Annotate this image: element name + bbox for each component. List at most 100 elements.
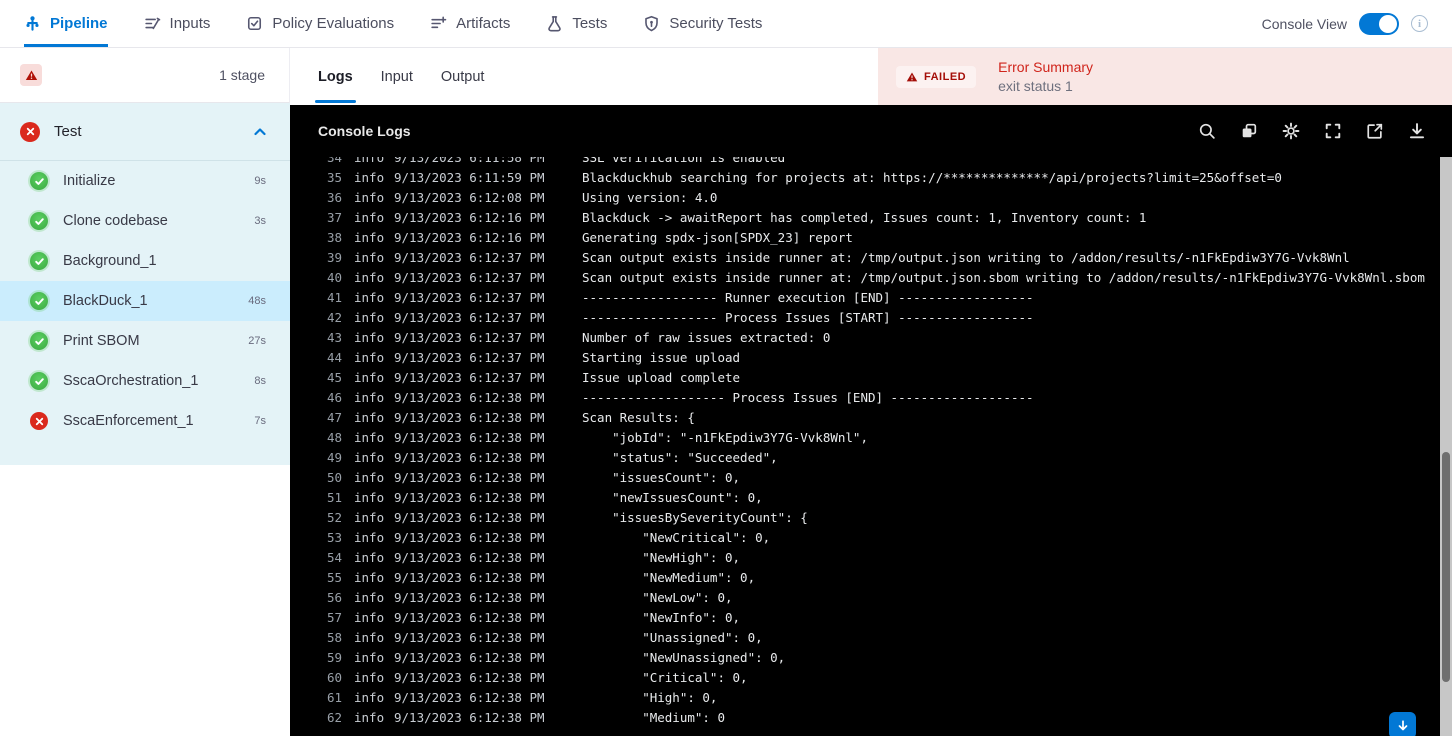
stage-name: Test <box>54 123 82 140</box>
log-level: info <box>354 190 385 205</box>
log-line-number[interactable]: 50 <box>290 468 342 488</box>
stage-count: 1 stage <box>219 67 265 83</box>
log-message: "Unassigned": 0, <box>582 630 763 645</box>
console-scrollbar[interactable] <box>1440 157 1452 736</box>
tab-tests[interactable]: Tests <box>546 0 607 47</box>
log-line-number[interactable]: 39 <box>290 248 342 268</box>
settings-icon[interactable] <box>1282 122 1300 140</box>
step-clone-codebase[interactable]: Clone codebase 3s <box>0 201 290 241</box>
scroll-to-bottom-button[interactable] <box>1389 712 1416 736</box>
tab-label: Output <box>440 68 485 85</box>
console-scrollbar-thumb[interactable] <box>1442 452 1450 682</box>
tab-inputs[interactable]: Inputs <box>144 0 210 47</box>
download-icon[interactable] <box>1408 122 1426 140</box>
log-message: "issuesCount": 0, <box>582 470 741 485</box>
log-line-number[interactable]: 58 <box>290 628 342 648</box>
log-message: "NewHigh": 0, <box>582 550 741 565</box>
log-line-number[interactable]: 52 <box>290 508 342 528</box>
log-line-number[interactable]: 56 <box>290 588 342 608</box>
step-label: Background_1 <box>63 253 157 269</box>
log-timestamp: 9/13/2023 6:12:16 PM <box>394 230 545 245</box>
log-timestamp: 9/13/2023 6:12:38 PM <box>394 670 545 685</box>
log-message: Using version: 4.0 <box>582 190 718 205</box>
log-line-number[interactable]: 55 <box>290 568 342 588</box>
tab-security-tests[interactable]: Security Tests <box>643 0 762 47</box>
log-line-number[interactable]: 46 <box>290 388 342 408</box>
log-message: "status": "Succeeded", <box>582 450 778 465</box>
step-sscaorchestration-1[interactable]: SscaOrchestration_1 8s <box>0 361 290 401</box>
log-line-number[interactable]: 44 <box>290 348 342 368</box>
app-root: Pipeline Inputs Policy Evaluations Artifact… <box>0 0 1452 736</box>
log-level: info <box>354 490 385 505</box>
log-line-number[interactable]: 41 <box>290 288 342 308</box>
log-line-number[interactable]: 61 <box>290 688 342 708</box>
log-level: info <box>354 570 385 585</box>
step-detail-tabs: Logs Input Output <box>290 48 484 105</box>
step-initialize[interactable]: Initialize 9s <box>0 161 290 201</box>
log-line: 36 info 9/13/2023 6:12:08 PM Using version:… <box>290 188 1440 208</box>
log-message: "NewCritical": 0, <box>582 530 771 545</box>
log-line-number[interactable]: 62 <box>290 708 342 728</box>
tab-artifacts[interactable]: Artifacts <box>430 0 510 47</box>
log-line-number[interactable]: 60 <box>290 668 342 688</box>
step-sscaenforcement-1[interactable]: SscaEnforcement_1 7s <box>0 401 290 441</box>
log-line-number[interactable]: 40 <box>290 268 342 288</box>
log-line-number[interactable]: 54 <box>290 548 342 568</box>
console-header: Console Logs <box>290 105 1452 157</box>
tab-policy-evaluations[interactable]: Policy Evaluations <box>246 0 394 47</box>
log-line: 61 info 9/13/2023 6:12:38 PM "High": 0, <box>290 688 1440 708</box>
step-background-1[interactable]: Background_1 <box>0 241 290 281</box>
log-line: 47 info 9/13/2023 6:12:38 PM Scan Results: … <box>290 408 1440 428</box>
log-line-number[interactable]: 59 <box>290 648 342 668</box>
log-line-number[interactable]: 48 <box>290 428 342 448</box>
status-badge-label: FAILED <box>924 70 967 83</box>
console-view-toggle[interactable] <box>1359 12 1399 35</box>
step-duration: 27s <box>248 335 266 347</box>
open-in-new-icon[interactable] <box>1366 122 1384 140</box>
log-line-number[interactable]: 35 <box>290 168 342 188</box>
log-timestamp: 9/13/2023 6:11:59 PM <box>394 170 545 185</box>
step-blackduck-1[interactable]: BlackDuck_1 48s <box>0 281 290 321</box>
log-line: 60 info 9/13/2023 6:12:38 PM "Critical": 0… <box>290 668 1440 688</box>
log-message: Scan output exists inside runner at: /tm… <box>582 250 1350 265</box>
fullscreen-icon[interactable] <box>1324 122 1342 140</box>
log-line: 48 info 9/13/2023 6:12:38 PM "jobId": "-n1… <box>290 428 1440 448</box>
log-line: 59 info 9/13/2023 6:12:38 PM "NewUnassigne… <box>290 648 1440 668</box>
log-line-number[interactable]: 49 <box>290 448 342 468</box>
log-message: "Medium": 0 <box>582 710 725 725</box>
log-line-number[interactable]: 38 <box>290 228 342 248</box>
policy-evaluations-icon <box>246 15 263 32</box>
log-line: 58 info 9/13/2023 6:12:38 PM "Unassigned":… <box>290 628 1440 648</box>
tab-input[interactable]: Input <box>381 48 413 105</box>
chevron-up-icon[interactable] <box>252 124 268 140</box>
log-line-number[interactable]: 53 <box>290 528 342 548</box>
log-line-number[interactable]: 36 <box>290 188 342 208</box>
log-message: Number of raw issues extracted: 0 <box>582 330 831 345</box>
log-timestamp: 9/13/2023 6:12:38 PM <box>394 470 545 485</box>
tab-pipeline[interactable]: Pipeline <box>24 0 108 47</box>
search-icon[interactable] <box>1198 122 1216 140</box>
log-line-number[interactable]: 57 <box>290 608 342 628</box>
log-line-number[interactable]: 45 <box>290 368 342 388</box>
copy-icon[interactable] <box>1240 122 1258 140</box>
log-line-number[interactable]: 51 <box>290 488 342 508</box>
log-line: 39 info 9/13/2023 6:12:37 PM Scan output ex… <box>290 248 1440 268</box>
log-line-number[interactable]: 47 <box>290 408 342 428</box>
log-line-number[interactable]: 34 <box>290 157 342 168</box>
log-timestamp: 9/13/2023 6:12:38 PM <box>394 650 545 665</box>
log-line: 51 info 9/13/2023 6:12:38 PM "newIssuesCou… <box>290 488 1440 508</box>
log-line-number[interactable]: 42 <box>290 308 342 328</box>
step-print-sbom[interactable]: Print SBOM 27s <box>0 321 290 361</box>
stage-header-test[interactable]: Test <box>0 103 290 161</box>
artifacts-icon <box>430 15 447 32</box>
log-line-number[interactable]: 43 <box>290 328 342 348</box>
step-success-icon <box>30 212 48 230</box>
log-line: 41 info 9/13/2023 6:12:37 PM --------------… <box>290 288 1440 308</box>
tests-icon <box>546 15 563 32</box>
log-level: info <box>354 650 385 665</box>
log-line-number[interactable]: 37 <box>290 208 342 228</box>
tab-output[interactable]: Output <box>441 48 485 105</box>
tab-logs[interactable]: Logs <box>315 48 356 105</box>
info-icon[interactable]: i <box>1411 15 1428 32</box>
log-line: 43 info 9/13/2023 6:12:37 PM Number of raw … <box>290 328 1440 348</box>
